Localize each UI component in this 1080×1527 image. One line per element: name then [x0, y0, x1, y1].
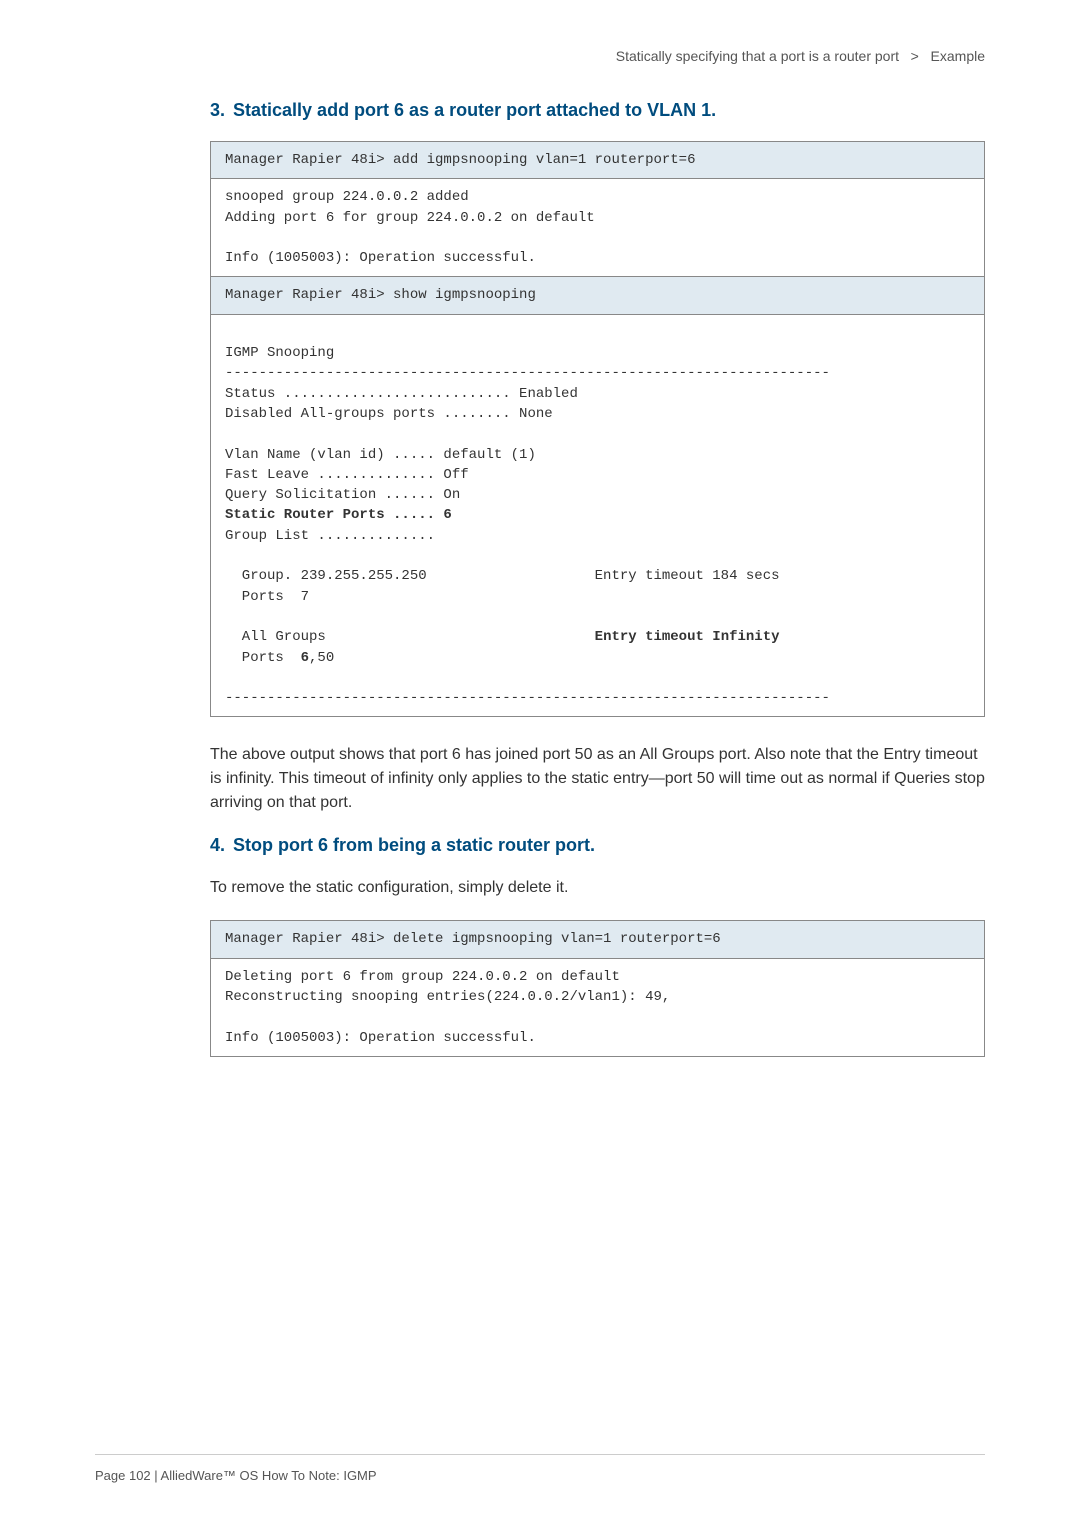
output-block-1a: snooped group 224.0.0.2 added Adding por…	[211, 179, 984, 276]
out-line2: Adding port 6 for group 224.0.0.2 on def…	[225, 210, 595, 226]
output-block-1b: IGMP Snooping --------------------------…	[211, 315, 984, 717]
out2-line3: Info (1005003): Operation successful.	[225, 1030, 536, 1046]
page-footer: Page 102 | AlliedWare™ OS How To Note: I…	[95, 1454, 985, 1485]
out-ports2-suffix: ,50	[309, 650, 334, 666]
out-staticports: Static Router Ports ..... 6	[225, 507, 452, 523]
out-allgroups-value: Entry timeout Infinity	[595, 629, 780, 645]
out-ports2-bold: 6	[301, 650, 309, 666]
step3-heading: 3. Statically add port 6 as a router port…	[210, 100, 985, 121]
cmd-delete-igmpsnooping: Manager Rapier 48i> delete igmpsnooping …	[211, 921, 984, 958]
out-status: Status ........................... Enabl…	[225, 386, 578, 402]
out-line3: Info (1005003): Operation successful.	[225, 250, 536, 266]
output-block-2: Deleting port 6 from group 224.0.0.2 on …	[211, 959, 984, 1056]
out-ports-entry: Ports 7	[225, 589, 309, 605]
out-query: Query Solicitation ...... On	[225, 487, 460, 503]
out-vlan: Vlan Name (vlan id) ..... default (1)	[225, 447, 536, 463]
out-fastleave: Fast Leave .............. Off	[225, 467, 469, 483]
step4-heading: 4. Stop port 6 from being a static router…	[210, 835, 985, 856]
breadcrumb-separator: >	[911, 48, 919, 64]
step4-title: Stop port 6 from being a static router p…	[233, 835, 595, 855]
step3-title: Statically add port 6 as a router port a…	[233, 100, 716, 120]
out2-line2: Reconstructing snooping entries(224.0.0.…	[225, 989, 670, 1005]
out-grouplist: Group List ..............	[225, 528, 435, 544]
paragraph-1: The above output shows that port 6 has j…	[210, 743, 985, 815]
breadcrumb-subsection: Example	[931, 48, 985, 64]
out-rule1: ----------------------------------------…	[225, 365, 830, 381]
code-block-1: Manager Rapier 48i> add igmpsnooping vla…	[210, 141, 985, 717]
out-disabled: Disabled All-groups ports ........ None	[225, 406, 553, 422]
paragraph-2: To remove the static configuration, simp…	[210, 876, 985, 900]
footer-text: Page 102 | AlliedWare™ OS How To Note: I…	[95, 1468, 377, 1483]
breadcrumb-section: Statically specifying that a port is a r…	[616, 48, 899, 64]
breadcrumb: Statically specifying that a port is a r…	[616, 48, 985, 64]
out-ports2-prefix: Ports	[225, 650, 301, 666]
cmd-show-igmpsnooping: Manager Rapier 48i> show igmpsnooping	[211, 276, 984, 314]
out-rule2: ----------------------------------------…	[225, 690, 830, 706]
out-title: IGMP Snooping	[225, 345, 334, 361]
step4-num: 4.	[210, 835, 225, 855]
out-line1: snooped group 224.0.0.2 added	[225, 189, 469, 205]
out2-line1: Deleting port 6 from group 224.0.0.2 on …	[225, 969, 620, 985]
code-block-2: Manager Rapier 48i> delete igmpsnooping …	[210, 920, 985, 1056]
out-group-entry: Group. 239.255.255.250 Entry timeout 184…	[225, 568, 780, 584]
step3-num: 3.	[210, 100, 225, 120]
out-allgroups-label: All Groups	[225, 629, 595, 645]
cmd-add-igmpsnooping: Manager Rapier 48i> add igmpsnooping vla…	[211, 142, 984, 179]
